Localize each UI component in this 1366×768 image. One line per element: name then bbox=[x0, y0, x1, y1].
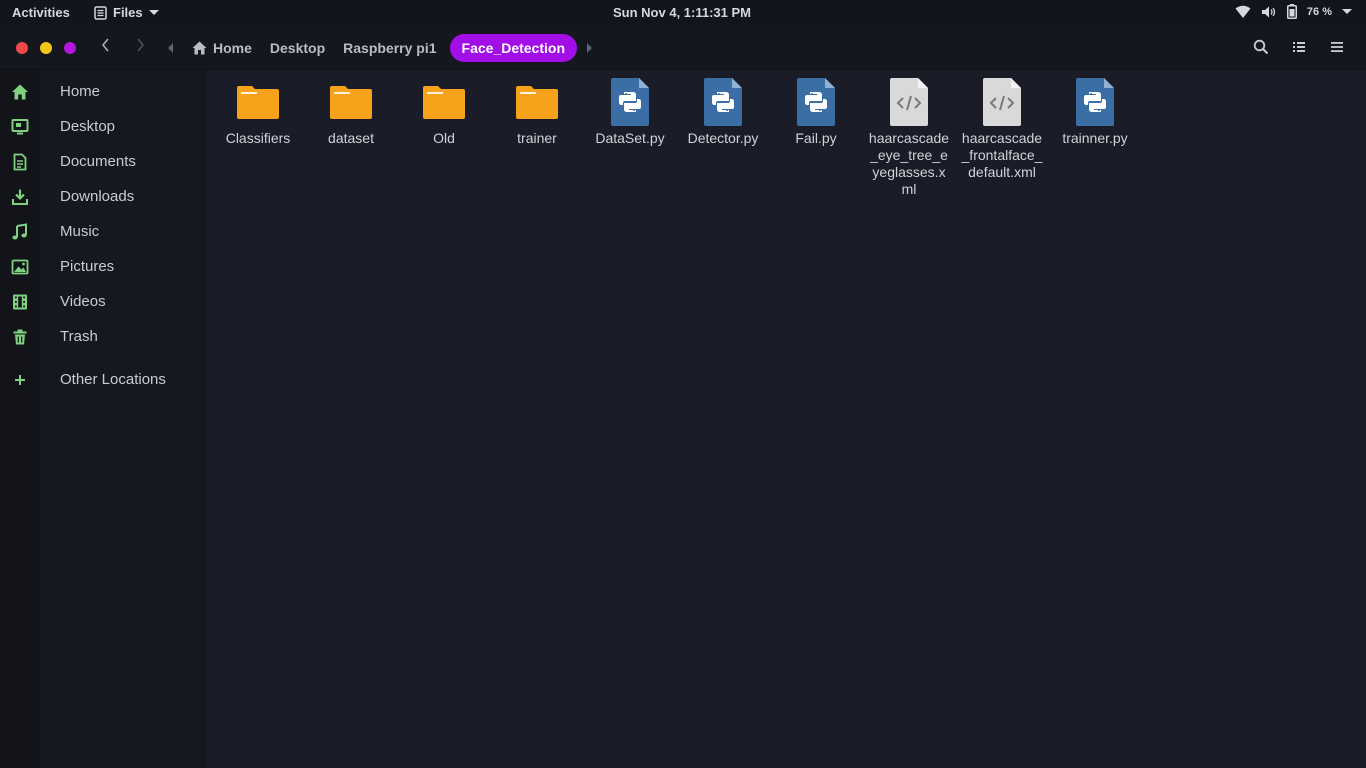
breadcrumb-scroll-right-icon[interactable] bbox=[587, 43, 592, 53]
file-name: dataset bbox=[328, 130, 374, 146]
sidebar: Home Desktop Documents Downloads Music P… bbox=[0, 70, 207, 768]
file-name: Fail.py bbox=[795, 130, 837, 146]
xml-file-icon bbox=[890, 78, 928, 126]
sidebar-item-label: Music bbox=[60, 223, 100, 240]
sidebar-item-label: Trash bbox=[60, 328, 98, 345]
sidebar-item-label: Documents bbox=[60, 153, 136, 170]
breadcrumb-raspberry-pi1[interactable]: Raspberry pi1 bbox=[334, 34, 445, 62]
sidebar-item-videos[interactable]: Videos bbox=[0, 284, 207, 319]
header-bar: Home Desktop Raspberry pi1 Face_Detectio… bbox=[0, 25, 1366, 70]
close-button[interactable] bbox=[16, 42, 28, 54]
python-file-icon bbox=[797, 78, 835, 126]
app-menu-button[interactable]: Files bbox=[94, 5, 159, 20]
file-name: Classifiers bbox=[225, 130, 291, 146]
music-icon bbox=[12, 223, 27, 240]
home-icon bbox=[12, 84, 28, 100]
plus-icon bbox=[15, 375, 25, 385]
volume-icon bbox=[1261, 6, 1276, 17]
system-tray[interactable]: 76 % bbox=[1235, 4, 1352, 19]
back-icon bbox=[101, 38, 109, 52]
app-menu-label: Files bbox=[113, 5, 143, 20]
file-item-folder[interactable]: trainer bbox=[493, 78, 581, 147]
file-name: trainer bbox=[517, 130, 557, 146]
file-item-python[interactable]: Fail.py bbox=[772, 78, 860, 147]
folder-icon bbox=[516, 86, 558, 119]
file-name: haarcascade_eye_tree_eyeglasses.xml bbox=[868, 130, 950, 197]
list-view-icon bbox=[1293, 42, 1305, 52]
file-item-python[interactable]: DataSet.py bbox=[586, 78, 674, 147]
menu-button[interactable] bbox=[1329, 39, 1347, 57]
breadcrumb-label: Home bbox=[213, 40, 252, 56]
search-button[interactable] bbox=[1253, 39, 1271, 57]
sidebar-item-pictures[interactable]: Pictures bbox=[0, 249, 207, 284]
chevron-down-icon bbox=[148, 10, 159, 15]
sidebar-item-label: Pictures bbox=[60, 258, 115, 275]
file-name: Detector.py bbox=[687, 130, 759, 146]
breadcrumb: Home Desktop Raspberry pi1 Face_Detectio… bbox=[168, 34, 592, 62]
file-name: trainner.py bbox=[1062, 130, 1128, 146]
breadcrumb-face-detection[interactable]: Face_Detection bbox=[449, 34, 577, 62]
file-name: Old bbox=[433, 130, 455, 146]
folder-icon bbox=[423, 86, 465, 119]
desktop-icon bbox=[11, 119, 29, 135]
sidebar-item-home[interactable]: Home bbox=[0, 74, 207, 109]
forward-button[interactable] bbox=[130, 37, 150, 57]
breadcrumb-home[interactable]: Home bbox=[183, 34, 261, 62]
download-icon bbox=[12, 189, 28, 205]
sidebar-item-documents[interactable]: Documents bbox=[0, 144, 207, 179]
file-item-python[interactable]: Detector.py bbox=[679, 78, 767, 147]
clock[interactable]: Sun Nov 4, 1:11:31 PM bbox=[613, 5, 751, 20]
minimize-button[interactable] bbox=[40, 42, 52, 54]
sidebar-item-label: Other Locations bbox=[60, 371, 166, 388]
picture-icon bbox=[11, 259, 29, 275]
sidebar-item-desktop[interactable]: Desktop bbox=[0, 109, 207, 144]
chevron-down-icon bbox=[1342, 9, 1352, 14]
file-item-xml[interactable]: haarcascade_frontalface_default.xml bbox=[958, 78, 1046, 181]
file-name: haarcascade_frontalface_default.xml bbox=[961, 130, 1043, 180]
python-file-icon bbox=[1076, 78, 1114, 126]
sidebar-item-other-locations[interactable]: Other Locations bbox=[0, 362, 207, 397]
search-icon bbox=[1253, 39, 1269, 55]
breadcrumb-desktop[interactable]: Desktop bbox=[261, 34, 334, 62]
battery-percent: 76 % bbox=[1306, 5, 1332, 18]
sidebar-item-label: Home bbox=[60, 83, 101, 100]
file-item-python[interactable]: trainner.py bbox=[1051, 78, 1139, 147]
python-file-icon bbox=[611, 78, 649, 126]
file-item-folder[interactable]: Classifiers bbox=[214, 78, 302, 147]
sidebar-item-downloads[interactable]: Downloads bbox=[0, 179, 207, 214]
video-icon bbox=[13, 294, 27, 310]
file-item-xml[interactable]: haarcascade_eye_tree_eyeglasses.xml bbox=[865, 78, 953, 198]
python-file-icon bbox=[704, 78, 742, 126]
file-item-folder[interactable]: dataset bbox=[307, 78, 395, 147]
sidebar-item-label: Downloads bbox=[60, 188, 135, 205]
folder-icon bbox=[237, 86, 279, 119]
top-bar: Activities Files Sun Nov 4, 1:11:31 PM 7… bbox=[0, 0, 1366, 25]
sidebar-item-label: Desktop bbox=[60, 118, 116, 135]
home-icon bbox=[192, 41, 207, 55]
file-view[interactable]: Classifiers dataset Old trainer DataSet.… bbox=[207, 70, 1366, 768]
document-icon bbox=[13, 153, 27, 171]
battery-icon bbox=[1286, 4, 1297, 19]
file-name: DataSet.py bbox=[595, 130, 665, 146]
menu-icon bbox=[1331, 42, 1343, 52]
file-item-folder[interactable]: Old bbox=[400, 78, 488, 147]
files-app-icon bbox=[94, 5, 107, 20]
breadcrumb-scroll-left-icon[interactable] bbox=[168, 43, 173, 53]
view-toggle-button[interactable] bbox=[1291, 39, 1309, 57]
maximize-button[interactable] bbox=[64, 42, 76, 54]
sidebar-item-trash[interactable]: Trash bbox=[0, 319, 207, 354]
forward-icon bbox=[137, 38, 145, 52]
wifi-icon bbox=[1235, 5, 1251, 18]
trash-icon bbox=[13, 329, 27, 345]
activities-button[interactable]: Activities bbox=[12, 5, 70, 20]
back-button[interactable] bbox=[96, 37, 116, 57]
sidebar-item-label: Videos bbox=[60, 293, 106, 310]
sidebar-item-music[interactable]: Music bbox=[0, 214, 207, 249]
xml-file-icon bbox=[983, 78, 1021, 126]
folder-icon bbox=[330, 86, 372, 119]
